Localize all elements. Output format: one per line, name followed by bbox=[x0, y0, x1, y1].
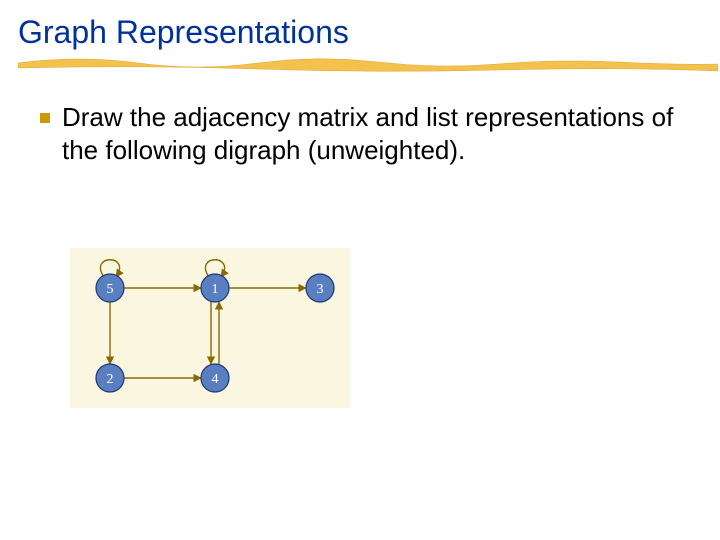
digraph-diagram: 5 1 3 2 4 bbox=[70, 248, 350, 408]
slide-title: Graph Representations bbox=[18, 14, 702, 51]
graph-node-label: 5 bbox=[107, 282, 114, 297]
bullet-item: Draw the adjacency matrix and list repre… bbox=[40, 101, 680, 166]
graph-node-label: 4 bbox=[212, 372, 219, 387]
graph-node-label: 3 bbox=[317, 282, 324, 297]
graph-node-label: 2 bbox=[107, 372, 114, 387]
bullet-text: Draw the adjacency matrix and list repre… bbox=[62, 101, 680, 166]
bullet-square-icon bbox=[40, 113, 50, 123]
graph-node-label: 1 bbox=[212, 282, 219, 297]
title-underline bbox=[18, 53, 702, 75]
